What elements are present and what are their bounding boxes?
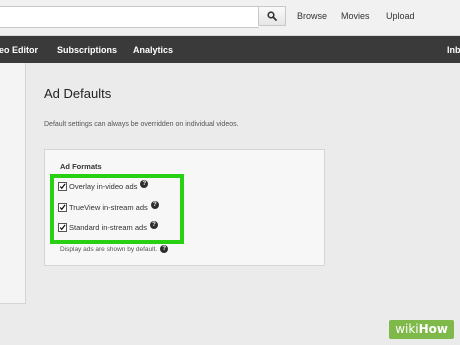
tab-inbox[interactable]: Inb xyxy=(447,45,460,55)
display-ads-note-text: Display ads are shown by default. xyxy=(60,246,158,253)
wikihow-logo: wikiHow xyxy=(389,320,454,339)
tab-subscriptions[interactable]: Subscriptions xyxy=(57,45,117,55)
display-ads-note: Display ads are shown by default. ? xyxy=(60,244,169,253)
nav-movies-link[interactable]: Movies xyxy=(341,11,370,21)
tab-analytics[interactable]: Analytics xyxy=(133,45,173,55)
search-button[interactable] xyxy=(258,6,286,26)
search-input[interactable] xyxy=(0,6,259,28)
wikihow-logo-how: How xyxy=(418,322,448,336)
help-icon[interactable]: ? xyxy=(160,244,169,253)
ad-formats-title: Ad Formats xyxy=(60,162,102,171)
channel-nav-bar: eo Editor Subscriptions Analytics Inb xyxy=(0,36,460,63)
nav-browse-link[interactable]: Browse xyxy=(297,11,327,21)
section-description: Default settings can always be overridde… xyxy=(44,121,239,128)
sidebar xyxy=(0,63,26,304)
search-icon xyxy=(267,11,277,21)
top-bar: Browse Movies Upload xyxy=(0,0,460,36)
wikihow-logo-wiki: wiki xyxy=(395,322,419,336)
tab-video-editor[interactable]: eo Editor xyxy=(0,45,38,55)
highlight-box xyxy=(50,174,184,244)
page: Browse Movies Upload eo Editor Subscript… xyxy=(0,0,460,345)
nav-upload-link[interactable]: Upload xyxy=(386,11,415,21)
page-title: Ad Defaults xyxy=(44,86,112,101)
